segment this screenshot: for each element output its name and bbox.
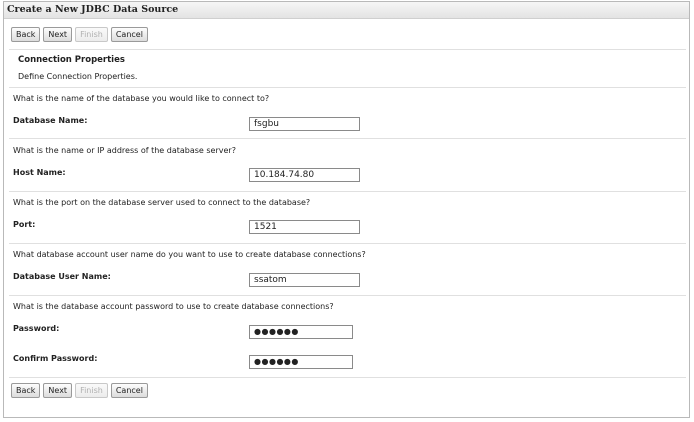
db-user-label: Database User Name: [13, 272, 111, 281]
divider [9, 138, 686, 139]
cancel-button[interactable]: Cancel [110, 383, 148, 398]
port-label: Port: [13, 220, 36, 229]
back-button[interactable]: Back [11, 27, 41, 42]
section-title: Connection Properties [18, 55, 125, 65]
cancel-button[interactable]: Cancel [110, 27, 148, 42]
db-user-field[interactable]: ssatom [249, 273, 360, 287]
bottom-button-bar: Back Next Finish Cancel [11, 383, 148, 399]
finish-button[interactable]: Finish [75, 383, 108, 398]
divider [9, 295, 686, 296]
password-question: What is the database account password to… [13, 302, 334, 311]
database-name-question: What is the name of the database you wou… [13, 94, 270, 103]
port-field[interactable]: 1521 [249, 220, 360, 234]
section-description: Define Connection Properties. [18, 72, 138, 81]
password-label: Password: [13, 324, 60, 333]
next-button[interactable]: Next [43, 27, 73, 42]
divider [9, 243, 686, 244]
host-name-label: Host Name: [13, 168, 66, 177]
port-question: What is the port on the database server … [13, 198, 311, 207]
next-button[interactable]: Next [43, 383, 73, 398]
divider [9, 49, 686, 50]
confirm-password-label: Confirm Password: [13, 354, 98, 363]
confirm-password-field[interactable]: ●●●●●● [249, 355, 353, 369]
back-button[interactable]: Back [11, 383, 41, 398]
wizard-title: Create a New JDBC Data Source [4, 2, 689, 19]
db-user-question: What database account user name do you w… [13, 250, 366, 259]
database-name-field[interactable]: fsgbu [249, 117, 360, 131]
divider [9, 191, 686, 192]
top-button-bar: Back Next Finish Cancel [11, 27, 148, 43]
password-field[interactable]: ●●●●●● [249, 325, 353, 339]
divider [9, 377, 686, 378]
database-name-label: Database Name: [13, 116, 88, 125]
finish-button[interactable]: Finish [75, 27, 108, 42]
host-name-question: What is the name or IP address of the da… [13, 146, 236, 155]
host-name-field[interactable]: 10.184.74.80 [249, 168, 360, 182]
divider [9, 87, 686, 88]
